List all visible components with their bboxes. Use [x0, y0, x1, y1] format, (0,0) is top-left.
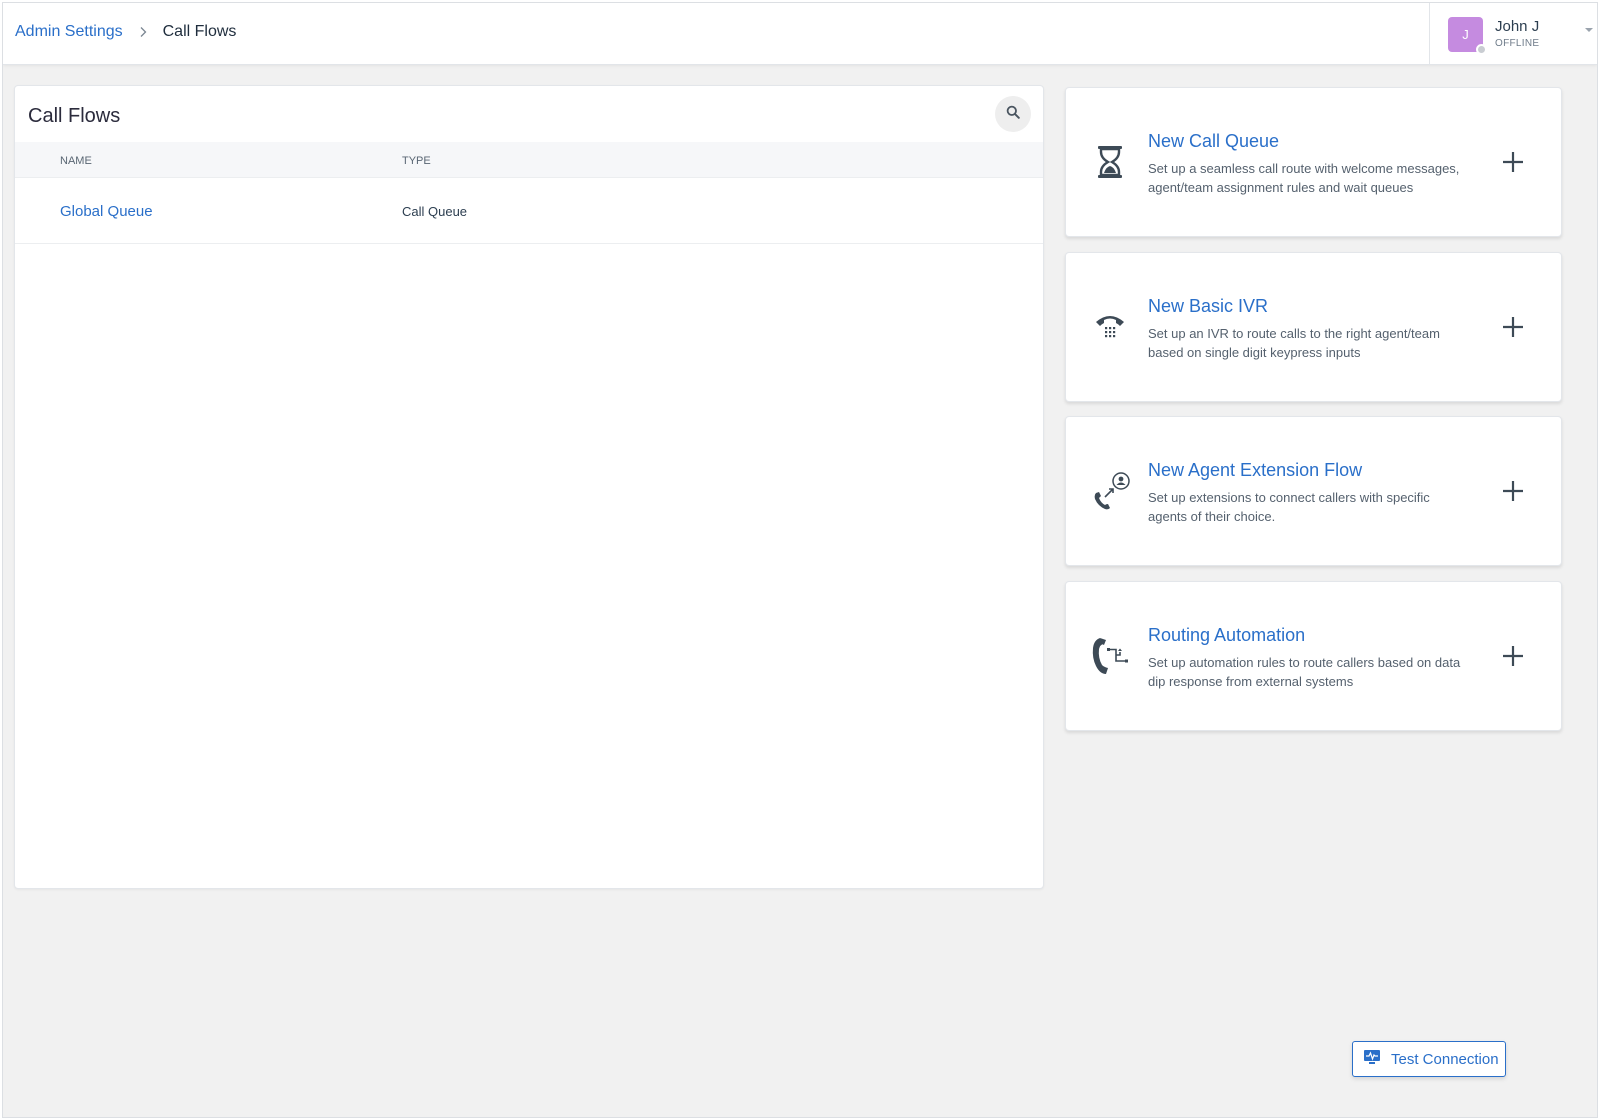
caret-down-icon[interactable]	[1583, 23, 1595, 35]
search-icon	[1006, 105, 1020, 124]
new-agent-extension-flow-card[interactable]: New Agent Extension Flow Set up extensio…	[1065, 416, 1562, 566]
breadcrumb: Admin Settings Call Flows	[15, 23, 236, 41]
add-call-queue-plus-icon[interactable]	[1499, 148, 1527, 176]
breadcrumb-admin-settings-link[interactable]: Admin Settings	[15, 23, 123, 41]
breadcrumb-current: Call Flows	[162, 23, 237, 40]
add-agent-extension-plus-icon[interactable]	[1499, 477, 1527, 505]
routing-automation-icon	[1090, 634, 1130, 678]
agent-extension-icon	[1090, 469, 1130, 513]
column-header-name[interactable]: NAME	[60, 155, 92, 167]
table-header: NAME TYPE	[15, 142, 1043, 178]
avatar-initial: J	[1462, 26, 1469, 42]
new-call-queue-card[interactable]: New Call Queue Set up a seamless call ro…	[1065, 87, 1562, 237]
panel-title: Call Flows	[28, 105, 121, 127]
top-bar: Admin Settings Call Flows J John J OFFLI…	[3, 3, 1597, 65]
user-meta: John J OFFLINE	[1495, 19, 1539, 49]
card-description: Set up automation rules to route callers…	[1148, 655, 1461, 689]
ivr-phone-icon	[1090, 305, 1130, 349]
user-menu[interactable]: J John J OFFLINE	[1429, 3, 1597, 65]
test-connection-label: Test Connection	[1391, 1050, 1499, 1068]
presence-status-dot	[1476, 43, 1487, 55]
card-title[interactable]: New Basic IVR	[1148, 296, 1268, 317]
user-name: John J	[1495, 18, 1540, 35]
chevron-right-icon	[137, 26, 149, 38]
card-title[interactable]: Routing Automation	[1148, 625, 1305, 646]
card-title[interactable]: New Call Queue	[1148, 131, 1279, 152]
new-basic-ivr-card[interactable]: New Basic IVR Set up an IVR to route cal…	[1065, 252, 1562, 402]
table-row[interactable]: Global Queue Call Queue	[15, 178, 1043, 244]
card-description: Set up a seamless call route with welcom…	[1148, 161, 1460, 195]
call-flows-panel: Call Flows NAME TYPE Global Queue Call Q…	[14, 85, 1044, 889]
app-frame: Admin Settings Call Flows J John J OFFLI…	[2, 2, 1598, 1118]
call-flow-name-link[interactable]: Global Queue	[60, 203, 153, 220]
user-status: OFFLINE	[1495, 38, 1540, 49]
call-flow-type: Call Queue	[402, 204, 468, 219]
card-title[interactable]: New Agent Extension Flow	[1148, 460, 1362, 481]
avatar[interactable]: J	[1448, 16, 1487, 55]
column-header-type[interactable]: TYPE	[402, 155, 431, 167]
search-button[interactable]	[995, 96, 1031, 132]
routing-automation-card[interactable]: Routing Automation Set up automation rul…	[1065, 581, 1562, 731]
hourglass-icon	[1090, 140, 1130, 184]
add-basic-ivr-plus-icon[interactable]	[1499, 313, 1527, 341]
card-description: Set up an IVR to route calls to the righ…	[1148, 326, 1440, 360]
test-connection-button[interactable]: Test Connection	[1352, 1041, 1506, 1077]
card-description: Set up extensions to connect callers wit…	[1148, 490, 1430, 524]
monitor-pulse-icon	[1363, 1049, 1381, 1070]
add-routing-automation-plus-icon[interactable]	[1499, 642, 1527, 670]
